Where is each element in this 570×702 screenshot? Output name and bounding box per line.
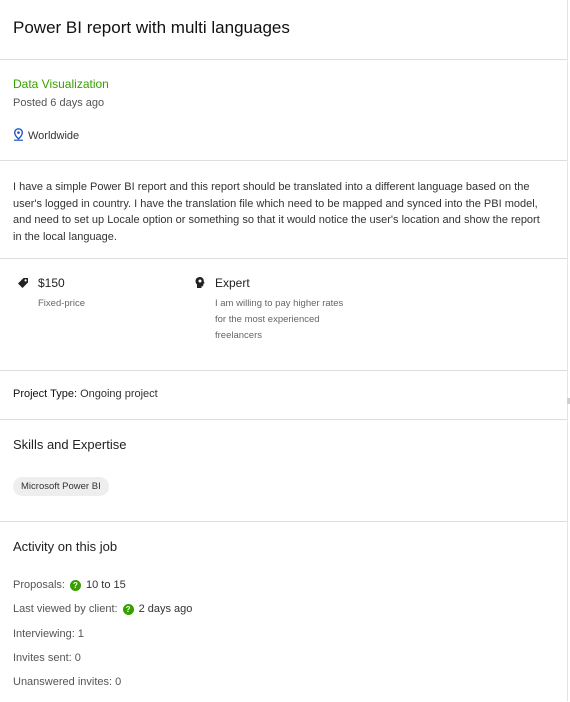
skill-chip[interactable]: Microsoft Power BI — [13, 477, 109, 496]
skills-heading: Skills and Expertise — [13, 437, 127, 452]
title-section: Power BI report with multi languages — [0, 0, 567, 60]
question-circle-icon[interactable]: ? — [69, 579, 81, 591]
proposals-label: Proposals: — [13, 579, 65, 591]
unanswered-invites-count: Unanswered invites: 0 — [13, 676, 122, 688]
experience-note-line: for the most experienced — [215, 314, 320, 325]
terms-section: $150 Fixed-price Expert I am willing to … — [0, 259, 567, 371]
project-type-value: Ongoing project — [80, 388, 158, 400]
proposals-value: 10 to 15 — [85, 579, 126, 591]
last-viewed-value: 2 days ago — [138, 603, 193, 615]
price-tag-icon — [17, 276, 29, 312]
last-viewed-label: Last viewed by client: — [13, 603, 118, 615]
budget-feature: $150 Fixed-price — [17, 276, 85, 312]
job-description: I have a simple Power BI report and this… — [13, 181, 540, 243]
job-details-panel: Power BI report with multi languages Dat… — [0, 0, 568, 701]
description-section: I have a simple Power BI report and this… — [0, 161, 567, 259]
job-location: Worldwide — [13, 128, 79, 144]
activity-section: Activity on this job Proposals: ? 10 to … — [0, 522, 567, 702]
last-viewed-row: Last viewed by client: ? 2 days ago — [13, 603, 192, 615]
budget-type: Fixed-price — [38, 298, 85, 309]
experience-note-line: I am willing to pay higher rates — [215, 298, 344, 309]
experience-feature: Expert I am willing to pay higher rates … — [194, 276, 343, 344]
invites-sent-count: Invites sent: 0 — [13, 652, 81, 664]
proposals-row: Proposals: ? 10 to 15 — [13, 579, 126, 591]
experience-level: Expert — [215, 276, 250, 290]
location-pin-icon — [13, 128, 24, 144]
activity-heading: Activity on this job — [13, 539, 118, 554]
posted-date: Posted 6 days ago — [13, 97, 105, 109]
project-type-section: Project Type: Ongoing project — [0, 371, 567, 420]
budget-amount: $150 — [38, 276, 65, 290]
project-type-label: Project Type: — [13, 388, 77, 400]
location-label: Worldwide — [28, 130, 80, 142]
expert-head-icon — [194, 276, 206, 344]
interviewing-count: Interviewing: 1 — [13, 628, 84, 640]
job-category-link[interactable]: Data Visualization — [13, 77, 109, 91]
project-type: Project Type: Ongoing project — [13, 388, 158, 400]
skills-section: Skills and Expertise Microsoft Power BI — [0, 420, 567, 522]
job-title: Power BI report with multi languages — [13, 18, 290, 37]
meta-section: Data Visualization Posted 6 days ago Wor… — [0, 60, 567, 161]
question-circle-icon[interactable]: ? — [122, 603, 134, 615]
experience-note-line: freelancers — [215, 330, 262, 341]
